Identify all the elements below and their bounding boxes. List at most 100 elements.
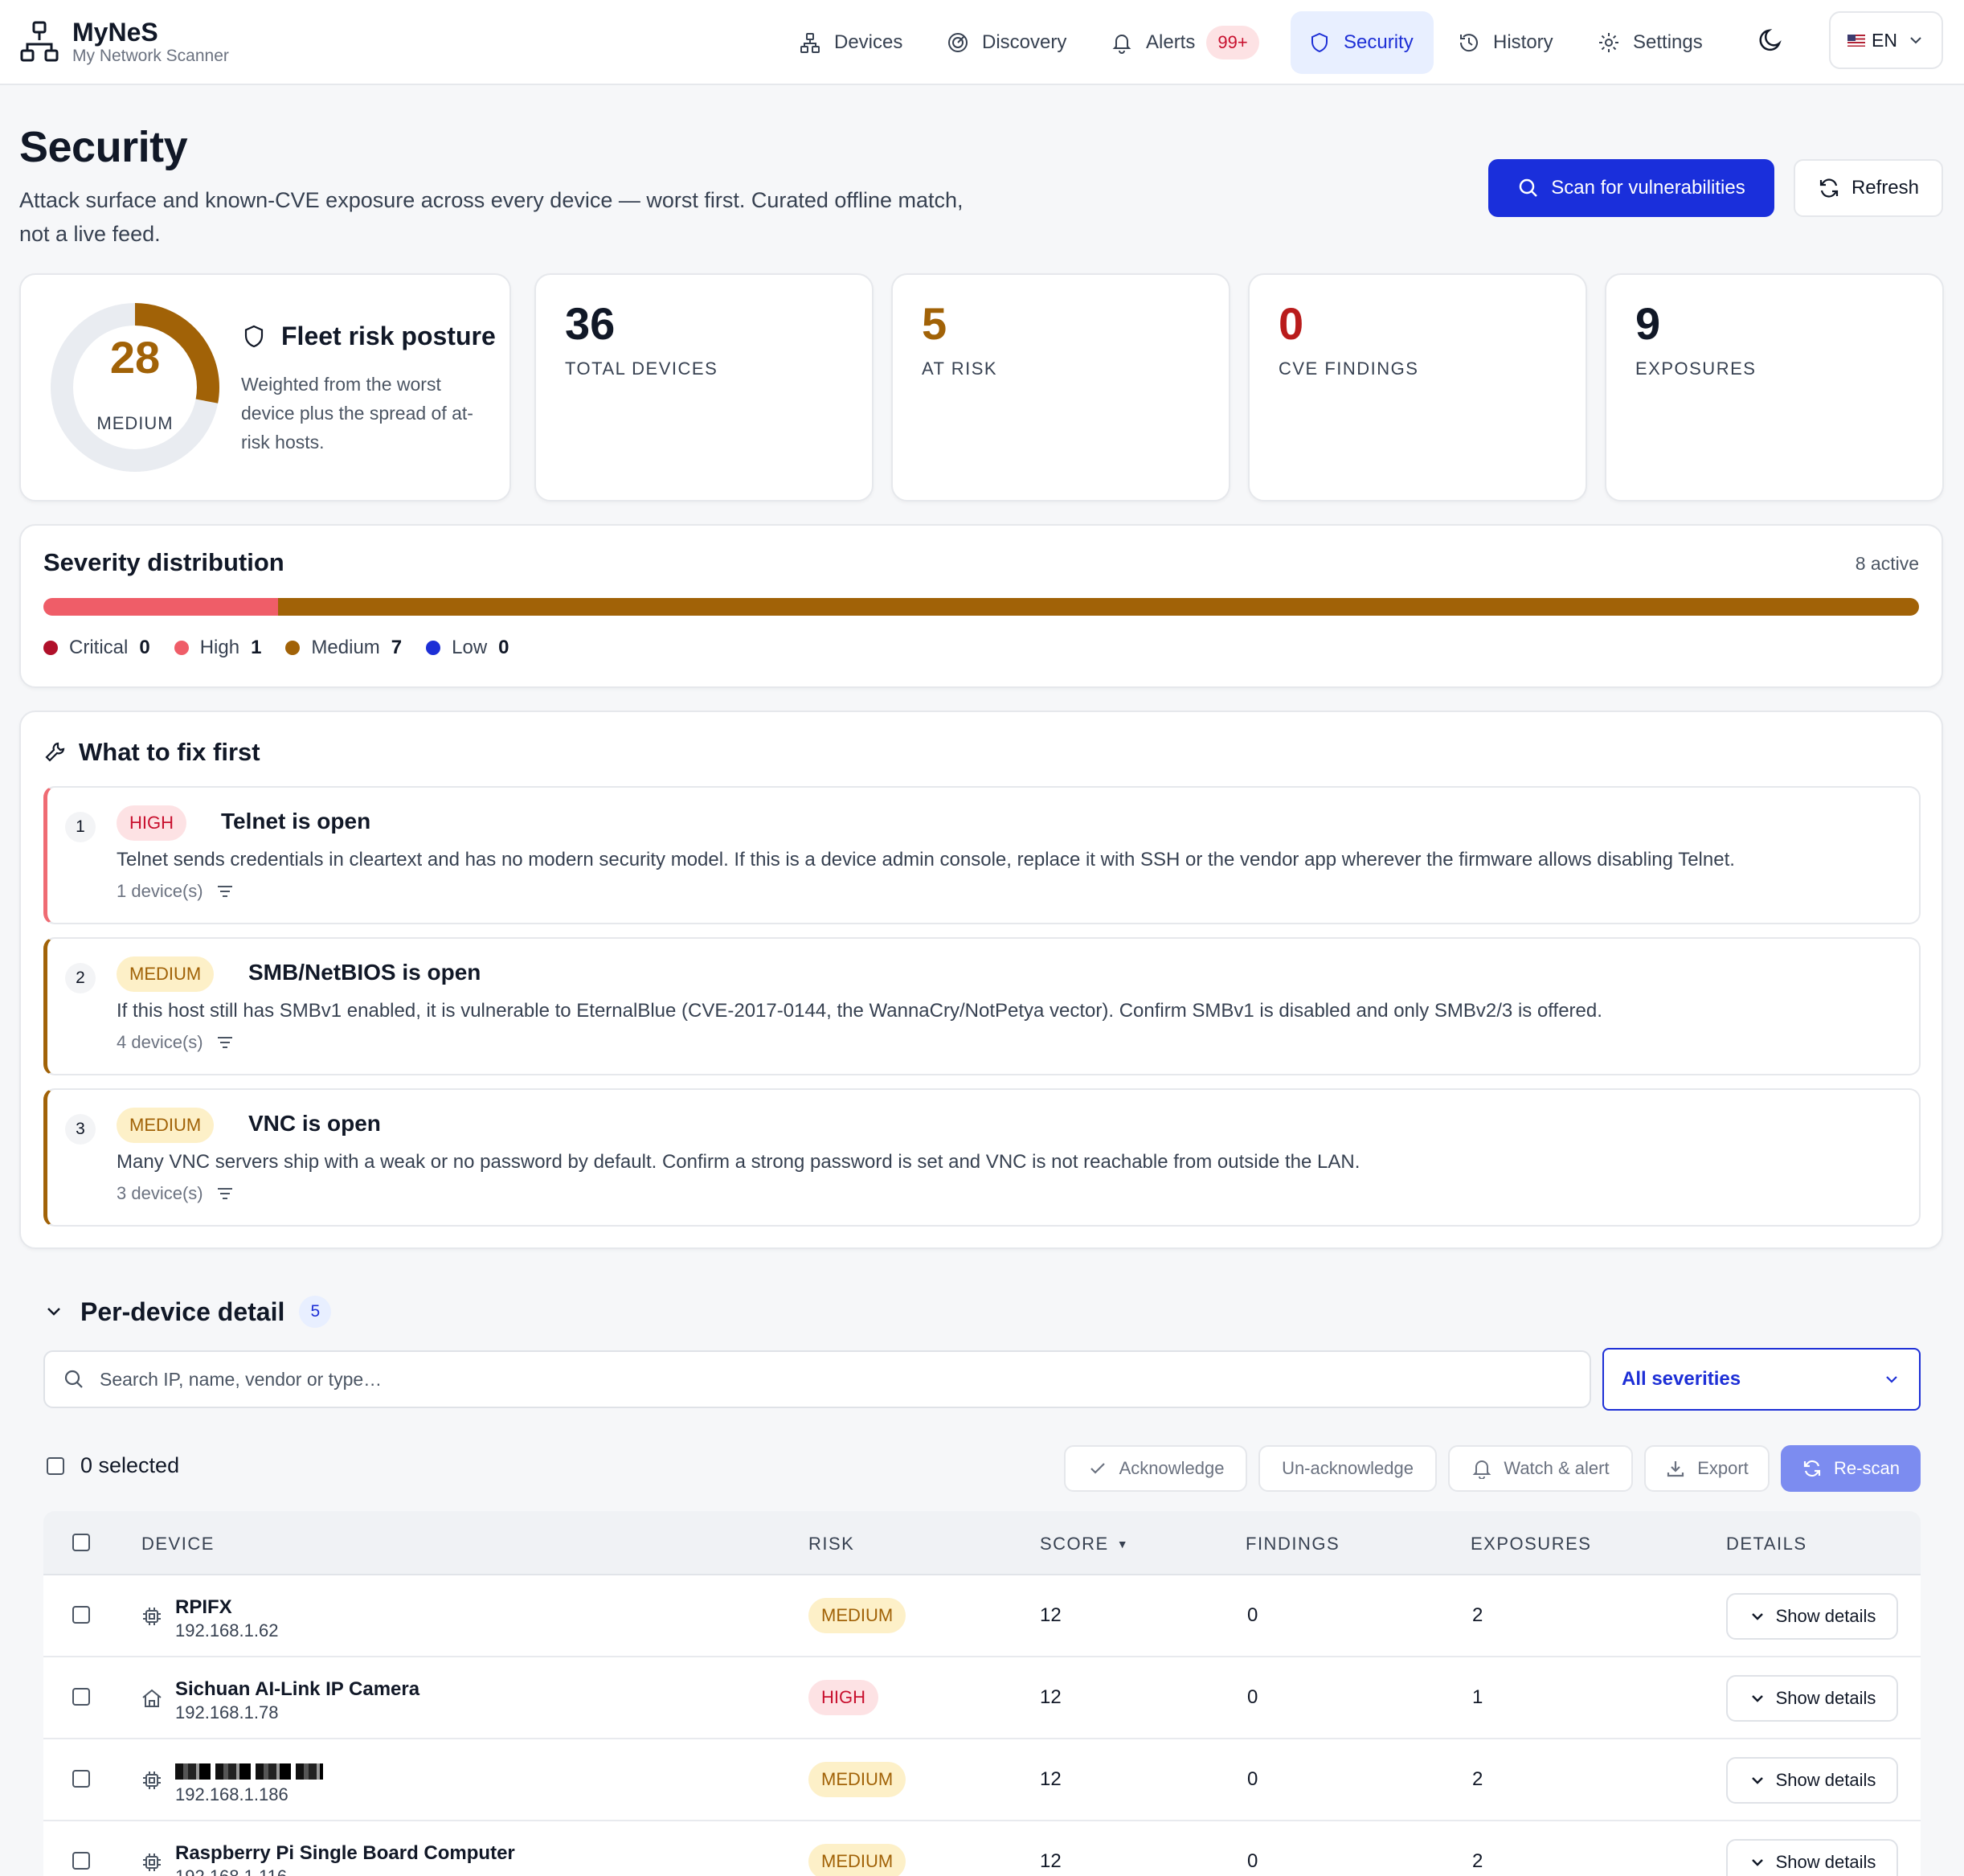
severity-segment-medium: [277, 598, 1919, 616]
bell-icon: [1112, 35, 1131, 54]
chevron-down-icon: [1910, 37, 1921, 44]
nav-devices[interactable]: Devices: [781, 11, 920, 74]
low-dot: [426, 641, 441, 655]
fix-item-device-count[interactable]: 3 device(s): [117, 1183, 235, 1204]
show-details-button[interactable]: Show details: [1726, 1675, 1898, 1722]
col-findings[interactable]: FINDINGS: [1246, 1534, 1340, 1554]
row-checkbox[interactable]: [72, 1606, 90, 1624]
fix-item-device-count[interactable]: 1 device(s): [117, 881, 235, 902]
severity-filter-select[interactable]: All severities: [1602, 1348, 1921, 1411]
col-score[interactable]: SCORE ▼: [1040, 1534, 1129, 1554]
device-search-input[interactable]: [100, 1368, 1546, 1391]
legend-count: 0: [498, 637, 509, 658]
legend-critical: Critical 0: [43, 637, 150, 659]
nav-settings[interactable]: Settings: [1580, 11, 1721, 74]
moon-icon[interactable]: [1755, 24, 1787, 56]
show-details-label: Show details: [1775, 1852, 1876, 1872]
per-device-toggle[interactable]: Per-device detail 5: [43, 1296, 332, 1328]
language-select[interactable]: EN: [1829, 11, 1943, 69]
col-device[interactable]: DEVICE: [141, 1534, 215, 1554]
col-risk[interactable]: RISK: [808, 1534, 854, 1554]
network-logo-icon: [20, 21, 59, 62]
severity-filter-value: All severities: [1622, 1368, 1741, 1390]
score-cell: 12: [1040, 1686, 1062, 1708]
table-row: Raspberry Pi Single Board Computer 192.1…: [43, 1821, 1921, 1876]
filter-icon[interactable]: [215, 881, 235, 902]
score-cell: 12: [1040, 1768, 1062, 1790]
unacknowledge-button[interactable]: Un-acknowledge: [1258, 1445, 1437, 1492]
device-name[interactable]: RPIFX: [175, 1596, 232, 1619]
select-all-checkbox[interactable]: [47, 1456, 64, 1475]
shield-icon: [244, 325, 264, 347]
search-icon: [64, 1370, 83, 1388]
nav-discovery[interactable]: Discovery: [929, 11, 1084, 74]
fix-item[interactable]: 3 MEDIUM VNC is open Many VNC servers sh…: [43, 1088, 1921, 1227]
risk-badge: MEDIUM: [808, 1762, 906, 1797]
fix-item-description: Many VNC servers ship with a weak or no …: [117, 1151, 1360, 1173]
rescan-button[interactable]: Re-scan: [1781, 1445, 1921, 1492]
nav-history-label: History: [1493, 31, 1553, 53]
nav-security[interactable]: Security: [1291, 11, 1434, 74]
show-details-button[interactable]: Show details: [1726, 1593, 1898, 1640]
risk-score: 28: [109, 332, 161, 383]
page-title: Security: [19, 123, 188, 171]
rescan-label: Re-scan: [1834, 1458, 1900, 1478]
findings-cell: 0: [1247, 1850, 1258, 1872]
legend-count: 0: [139, 637, 150, 658]
severity-badge: MEDIUM: [117, 1108, 215, 1143]
acknowledge-button[interactable]: Acknowledge: [1064, 1445, 1247, 1492]
refresh-button[interactable]: Refresh: [1794, 159, 1943, 217]
fix-item[interactable]: 2 MEDIUM SMB/NetBIOS is open If this hos…: [43, 937, 1921, 1075]
legend-label: High: [199, 637, 240, 658]
scan-vulnerabilities-button[interactable]: Scan for vulnerabilities: [1488, 159, 1774, 217]
row-checkbox[interactable]: [72, 1770, 90, 1788]
fix-item-device-count[interactable]: 4 device(s): [117, 1032, 235, 1053]
severity-title: Severity distribution: [43, 548, 284, 576]
row-checkbox[interactable]: [72, 1688, 90, 1706]
cve-findings-card: 0 CVE FINDINGS: [1248, 273, 1587, 502]
fix-item[interactable]: 1 HIGH Telnet is open Telnet sends crede…: [43, 786, 1921, 924]
show-details-button[interactable]: Show details: [1726, 1757, 1898, 1804]
per-device-title: Per-device detail: [80, 1296, 285, 1326]
device-name[interactable]: Sichuan AI-Link IP Camera: [175, 1678, 419, 1701]
unacknowledge-label: Un-acknowledge: [1282, 1458, 1414, 1478]
posture-description: Weighted from the worst device plus the …: [241, 374, 473, 453]
nav-history[interactable]: History: [1440, 11, 1571, 74]
legend-low: Low 0: [426, 637, 509, 659]
header-select-checkbox[interactable]: [72, 1534, 90, 1551]
nav-discovery-label: Discovery: [982, 31, 1067, 53]
redacted-device-name[interactable]: [175, 1763, 323, 1780]
col-exposures[interactable]: EXPOSURES: [1471, 1534, 1591, 1554]
stat-value: 9: [1635, 298, 1661, 349]
total-devices-card: 36 TOTAL DEVICES: [534, 273, 874, 502]
chevron-down-icon: [1751, 1695, 1763, 1702]
nav-alerts[interactable]: Alerts 99+: [1093, 11, 1277, 74]
filter-icon[interactable]: [215, 1032, 235, 1053]
device-search-box[interactable]: [43, 1350, 1591, 1408]
device-name[interactable]: Raspberry Pi Single Board Computer: [175, 1842, 515, 1865]
fix-item-title: VNC is open: [248, 1111, 381, 1136]
at-risk-card: 5 AT RISK: [891, 273, 1230, 502]
row-checkbox[interactable]: [72, 1852, 90, 1870]
watch-alert-button[interactable]: Watch & alert: [1448, 1445, 1633, 1492]
fix-rank: 3: [65, 1114, 96, 1145]
stat-label: CVE FINDINGS: [1279, 358, 1419, 379]
export-button[interactable]: Export: [1644, 1445, 1770, 1492]
nav-alerts-label: Alerts: [1146, 31, 1196, 53]
export-label: Export: [1697, 1458, 1749, 1478]
legend-count: 1: [251, 637, 262, 658]
col-score-label: SCORE: [1040, 1534, 1109, 1554]
wrench-icon: [45, 742, 65, 762]
table-row: RPIFX 192.168.1.62 MEDIUM 12 0 2 Show de…: [43, 1575, 1921, 1657]
device-count-label: 4 device(s): [117, 1032, 203, 1052]
filter-icon[interactable]: [215, 1183, 235, 1204]
findings-cell: 0: [1247, 1768, 1258, 1790]
exposures-cell: 2: [1472, 1604, 1483, 1626]
chevron-down-icon: [1751, 1777, 1763, 1784]
score-cell: 12: [1040, 1604, 1062, 1626]
show-details-button[interactable]: Show details: [1726, 1839, 1898, 1876]
brand[interactable]: MyNeS My Network Scanner: [19, 18, 229, 66]
risk-level: MEDIUM: [96, 413, 174, 433]
device-count-label: 1 device(s): [117, 881, 203, 901]
download-icon: [1667, 1461, 1684, 1477]
